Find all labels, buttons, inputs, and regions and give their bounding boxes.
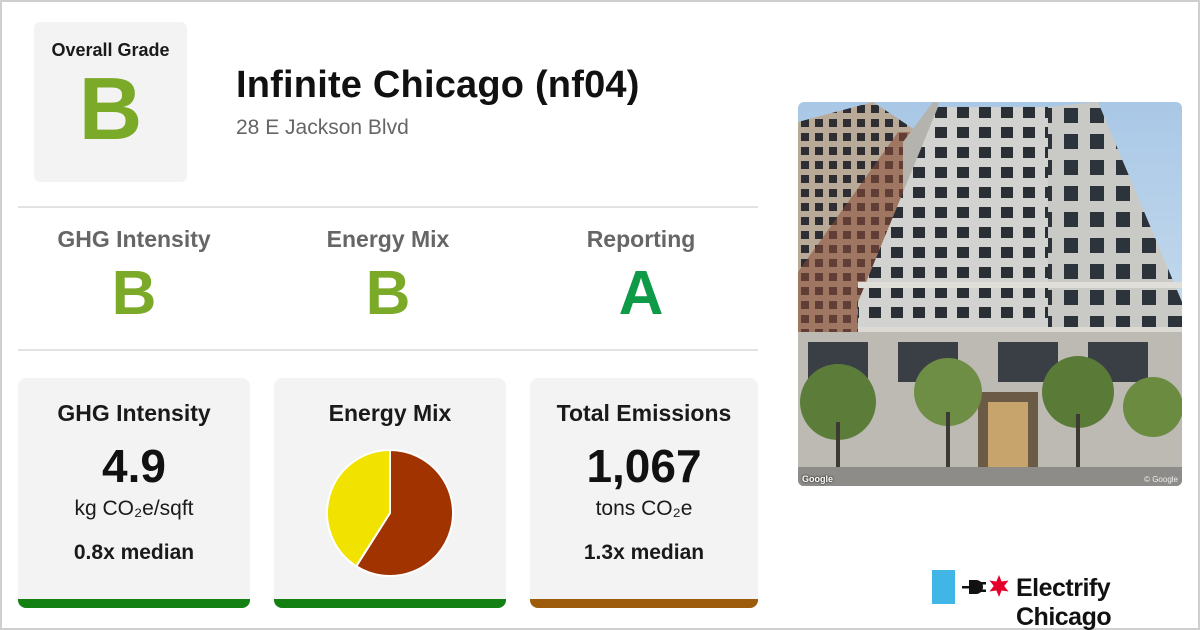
chicago-flag-icon	[932, 570, 955, 604]
subgrade-label: GHG Intensity	[57, 226, 211, 252]
overall-grade-box: Overall Grade B	[34, 22, 187, 182]
divider-middle	[18, 349, 758, 351]
building-photo: Google © Google	[798, 102, 1182, 486]
card-value: 1,067	[586, 440, 702, 492]
photo-copyright: © Google	[1144, 475, 1178, 484]
subgrade-label: Energy Mix	[326, 226, 450, 252]
card-total-emissions: Total Emissions 1,067 tons CO₂e 1.3x med…	[530, 378, 758, 608]
card-median: 0.8x median	[73, 541, 195, 564]
subgrade-letter: A	[618, 259, 664, 328]
plug-icon	[962, 580, 986, 594]
building-address: 28 E Jackson Blvd	[236, 116, 409, 139]
subgrade-letter: B	[365, 259, 411, 328]
card-title: Total Emissions	[556, 400, 732, 426]
chicago-star-icon	[989, 575, 1009, 597]
subgrade-ghg: GHG Intensity B	[18, 226, 250, 325]
building-street-view-icon	[798, 102, 1182, 486]
overall-grade-letter: B	[78, 59, 143, 158]
subgrade-reporting: Reporting A	[525, 226, 757, 325]
brand-name: Electrify Chicago	[1016, 574, 1112, 630]
card-title: Energy Mix	[328, 400, 452, 426]
subgrade-letter: B	[111, 259, 157, 328]
energy-mix-pie-chart	[325, 448, 455, 578]
card-ghg-intensity: GHG Intensity 4.9 kg CO₂e/sqft 0.8x medi…	[18, 378, 250, 608]
subgrade-label: Reporting	[586, 226, 696, 252]
photo-credit: Google	[802, 474, 833, 484]
overall-grade-label: Overall Grade	[51, 40, 170, 60]
card-unit: kg CO₂e/sqft	[74, 497, 194, 520]
card-energy-mix: Energy Mix	[274, 378, 506, 608]
card-title: GHG Intensity	[57, 400, 211, 426]
pie-svg	[326, 448, 454, 577]
subgrade-energy-mix: Energy Mix B	[272, 226, 504, 325]
card-value: 4.9	[102, 440, 166, 492]
card-status-bar	[18, 599, 250, 608]
card-median: 1.3x median	[583, 541, 705, 564]
card-status-bar	[530, 599, 758, 608]
building-name: Infinite Chicago (nf04)	[236, 64, 640, 106]
divider-top	[18, 206, 758, 208]
card-status-bar	[274, 599, 506, 608]
card-unit: tons CO₂e	[595, 497, 693, 520]
